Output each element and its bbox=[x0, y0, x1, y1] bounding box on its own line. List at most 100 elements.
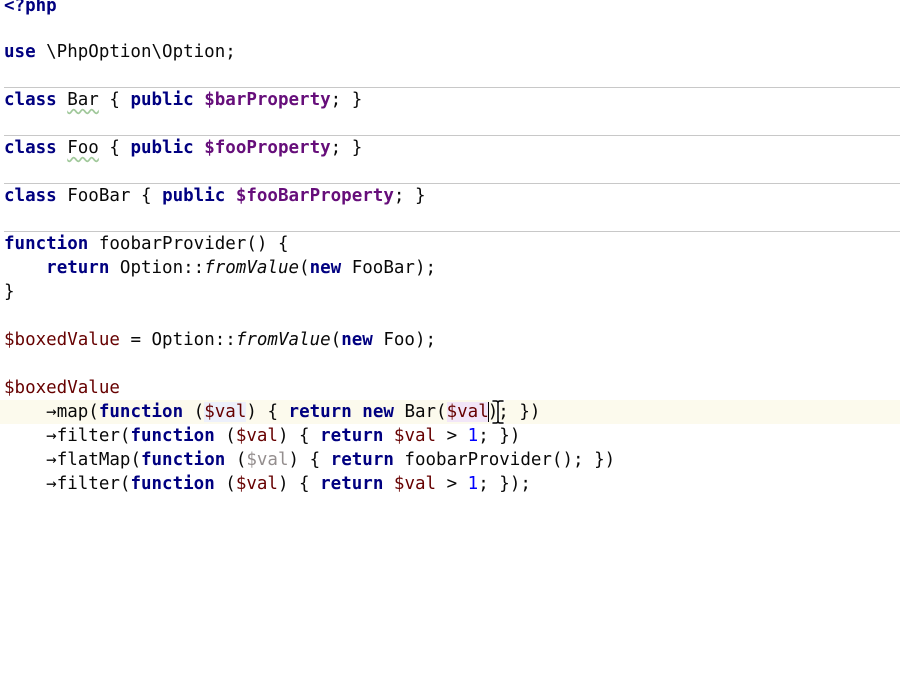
public-keyword: public bbox=[130, 138, 194, 158]
class-name-bar[interactable]: Bar bbox=[67, 90, 99, 110]
return-keyword: return bbox=[46, 258, 110, 278]
variable-val[interactable]: $val bbox=[394, 474, 436, 494]
new-keyword: new bbox=[341, 330, 373, 350]
variable-boxedvalue[interactable]: $boxedValue bbox=[4, 330, 120, 350]
property-bar[interactable]: $barProperty bbox=[204, 90, 330, 110]
code-editor[interactable]: <?php use \PhpOption\Option; class Bar {… bbox=[0, 0, 900, 699]
code-line-18-current: →map(function ($val) { return new Bar($v… bbox=[0, 400, 900, 424]
comparison-operator: > bbox=[436, 426, 468, 446]
namespace-import: \PhpOption\Option; bbox=[35, 42, 236, 62]
class-end: ; } bbox=[330, 138, 363, 158]
code-line-13: } bbox=[0, 280, 900, 304]
public-keyword: public bbox=[130, 90, 194, 110]
variable-val[interactable]: $val bbox=[394, 426, 436, 446]
code-line-17: $boxedValue bbox=[0, 376, 900, 400]
assignment-expr: = Option:: bbox=[119, 330, 236, 350]
code-line-20: →flatMap(function ($val) { return foobar… bbox=[0, 448, 900, 472]
function-keyword: function bbox=[140, 450, 226, 470]
return-keyword: return bbox=[288, 402, 352, 422]
variable-boxedvalue[interactable]: $boxedValue bbox=[4, 378, 120, 398]
param-val[interactable]: $val bbox=[236, 426, 278, 446]
closure-open: ) { bbox=[277, 474, 321, 494]
param-val[interactable]: $val bbox=[236, 474, 278, 494]
close-brace: } bbox=[4, 282, 15, 302]
code-line-11: function foobarProvider() { bbox=[0, 232, 900, 256]
return-keyword: return bbox=[320, 426, 384, 446]
open-paren: ( bbox=[330, 330, 342, 350]
code-line-15: $boxedValue = Option::fromValue(new Foo)… bbox=[0, 328, 900, 352]
class-keyword: class bbox=[4, 186, 57, 206]
new-foo-expr: Foo); bbox=[372, 330, 437, 350]
param-val[interactable]: $val bbox=[204, 402, 247, 422]
code-line-5: class Bar { public $barProperty; } bbox=[0, 88, 900, 112]
code-line-19: →filter(function ($val) { return $val > … bbox=[0, 424, 900, 448]
function-signature[interactable]: foobarProvider() { bbox=[88, 234, 289, 254]
method-call-filter[interactable]: →filter( bbox=[46, 474, 130, 494]
use-keyword: use bbox=[4, 42, 36, 62]
new-keyword: new bbox=[362, 402, 394, 422]
open-paren: ( bbox=[214, 474, 236, 494]
return-keyword: return bbox=[330, 450, 394, 470]
return-keyword: return bbox=[320, 474, 384, 494]
static-call-fromvalue[interactable]: fromValue bbox=[236, 330, 331, 350]
open-brace: { bbox=[130, 186, 163, 206]
comparison-operator: > bbox=[436, 474, 468, 494]
function-keyword: function bbox=[98, 402, 184, 422]
number-literal: 1 bbox=[467, 426, 479, 446]
foobarprovider-call: foobarProvider(); }) bbox=[393, 450, 616, 470]
function-keyword: function bbox=[4, 234, 89, 254]
code-line-21: →filter(function ($val) { return $val > … bbox=[0, 472, 900, 496]
code-line-9: class FooBar { public $fooBarProperty; } bbox=[0, 184, 900, 208]
closure-end: ; }); bbox=[478, 474, 531, 494]
class-end: ; } bbox=[393, 186, 426, 206]
open-paren: ( bbox=[225, 450, 247, 470]
property-foobar[interactable]: $fooBarProperty bbox=[236, 186, 394, 206]
param-val-unused[interactable]: $val bbox=[246, 450, 288, 470]
code-line-7: class Foo { public $fooProperty; } bbox=[0, 136, 900, 160]
class-keyword: class bbox=[4, 138, 57, 158]
new-bar-call: Bar( bbox=[393, 402, 447, 422]
open-brace: { bbox=[98, 138, 131, 158]
class-name-foo[interactable]: Foo bbox=[67, 138, 99, 158]
option-class-ref: Option:: bbox=[109, 258, 205, 278]
open-paren: ( bbox=[299, 258, 310, 278]
class-end: ; } bbox=[330, 90, 363, 110]
open-paren: ( bbox=[214, 426, 236, 446]
new-foobar-expr: FooBar); bbox=[341, 258, 437, 278]
open-brace: { bbox=[98, 90, 131, 110]
class-name-foobar[interactable]: FooBar bbox=[67, 186, 130, 206]
class-keyword: class bbox=[4, 90, 57, 110]
number-literal: 1 bbox=[467, 474, 479, 494]
code-line-1: <?php bbox=[0, 0, 900, 18]
function-keyword: function bbox=[130, 426, 215, 446]
closure-open: ) { bbox=[246, 402, 289, 422]
static-call-fromvalue[interactable]: fromValue bbox=[204, 258, 299, 278]
code-line-12: return Option::fromValue(new FooBar); bbox=[0, 256, 900, 280]
code-line-3: use \PhpOption\Option; bbox=[0, 40, 900, 64]
public-keyword: public bbox=[162, 186, 226, 206]
closure-open: ) { bbox=[277, 426, 321, 446]
method-call-flatmap[interactable]: →flatMap( bbox=[46, 450, 141, 470]
method-call-filter[interactable]: →filter( bbox=[46, 426, 130, 446]
arg-val[interactable]: $val bbox=[446, 402, 489, 422]
open-paren: ( bbox=[183, 402, 205, 422]
closure-end: ; }) bbox=[478, 426, 521, 446]
closure-open: ) { bbox=[288, 450, 331, 470]
php-open-tag: <?php bbox=[4, 0, 57, 16]
method-call-map[interactable]: →map( bbox=[46, 402, 99, 422]
property-foo[interactable]: $fooProperty bbox=[204, 138, 330, 158]
